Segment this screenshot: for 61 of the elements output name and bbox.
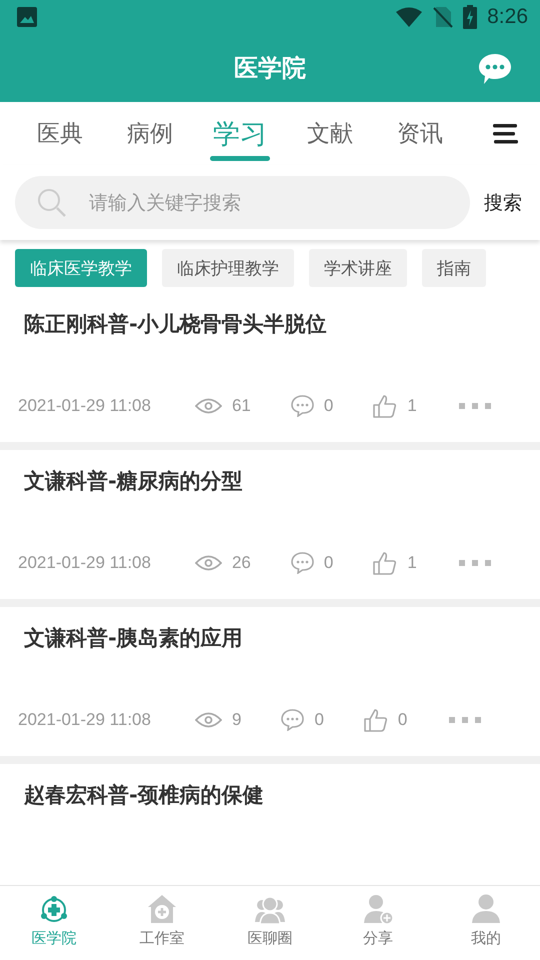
like-count: 1: [407, 553, 417, 573]
user-icon: [471, 894, 501, 924]
eye-icon: [194, 711, 222, 729]
eye-icon: [194, 554, 222, 572]
article-date: 2021-01-29 11:08: [18, 710, 151, 730]
medical-cross-icon: [39, 894, 69, 924]
search-icon: [37, 188, 67, 218]
more-icon[interactable]: [458, 403, 491, 409]
comment-count: 0: [324, 553, 334, 573]
category-tab[interactable]: 文献: [285, 102, 375, 165]
article-title: 赵春宏科普-颈椎病的保健: [24, 782, 265, 809]
view-count: 61: [232, 396, 251, 416]
article-card[interactable]: 文谦科普-糖尿病的分型 2021-01-29 11:08 26 0 1: [0, 450, 540, 607]
filter-chip[interactable]: 指南: [422, 249, 486, 287]
view-count: 26: [232, 553, 251, 573]
search-field[interactable]: 请输入关键字搜索: [15, 176, 470, 229]
battery-icon: [463, 5, 478, 29]
article-card[interactable]: 文谦科普-胰岛素的应用 2021-01-29 11:08 9 0 0: [0, 607, 540, 764]
article-title: 陈正刚科普-小儿桡骨骨头半脱位: [24, 311, 328, 338]
comment-count: 0: [314, 710, 324, 730]
comment-icon: [290, 395, 314, 417]
filter-chip[interactable]: 临床医学教学: [15, 249, 147, 287]
article-title: 文谦科普-糖尿病的分型: [24, 468, 244, 495]
eye-icon: [194, 397, 222, 415]
comment-icon: [290, 552, 314, 574]
nav-tab[interactable]: 医学院: [0, 886, 108, 960]
more-icon[interactable]: [449, 717, 482, 723]
article-title: 文谦科普-胰岛素的应用: [24, 625, 244, 652]
nav-tab[interactable]: 工作室: [108, 886, 216, 960]
search-button[interactable]: 搜索: [484, 190, 522, 216]
menu-icon[interactable]: [493, 122, 518, 144]
article-card[interactable]: 赵春宏科普-颈椎病的保健: [0, 764, 540, 885]
clock-time: 8:26: [487, 5, 528, 29]
thumbs-up-icon: [373, 551, 398, 575]
comment-icon: [281, 709, 304, 731]
filter-chip[interactable]: 学术讲座: [309, 249, 407, 287]
nav-tab[interactable]: 医聊圈: [216, 886, 324, 960]
nav-tab[interactable]: 我的: [432, 886, 540, 960]
thumbs-up-icon: [364, 708, 388, 732]
add-user-icon: [363, 894, 393, 924]
article-date: 2021-01-29 11:08: [18, 553, 151, 573]
view-count: 9: [232, 710, 242, 730]
more-icon[interactable]: [458, 560, 491, 566]
category-tab[interactable]: 病例: [105, 102, 195, 165]
thumbs-up-icon: [373, 394, 398, 418]
category-tab[interactable]: 资讯: [375, 102, 465, 165]
category-tab[interactable]: 学习: [195, 102, 285, 165]
filter-chip[interactable]: 临床护理教学: [162, 249, 294, 287]
image-icon: [16, 6, 38, 28]
wifi-icon: [395, 7, 424, 27]
article-card[interactable]: 陈正刚科普-小儿桡骨骨头半脱位 2021-01-29 11:08 61 0 1: [0, 293, 540, 450]
comment-count: 0: [324, 396, 334, 416]
house-icon: [147, 894, 177, 924]
nav-tab[interactable]: 分享: [324, 886, 432, 960]
like-count: 1: [407, 396, 417, 416]
category-tab[interactable]: 医典: [15, 102, 105, 165]
like-count: 0: [398, 710, 408, 730]
chat-icon[interactable]: [478, 52, 512, 86]
article-date: 2021-01-29 11:08: [18, 396, 151, 416]
page-title: 医学院: [234, 53, 306, 84]
no-sim-icon: [433, 6, 454, 28]
